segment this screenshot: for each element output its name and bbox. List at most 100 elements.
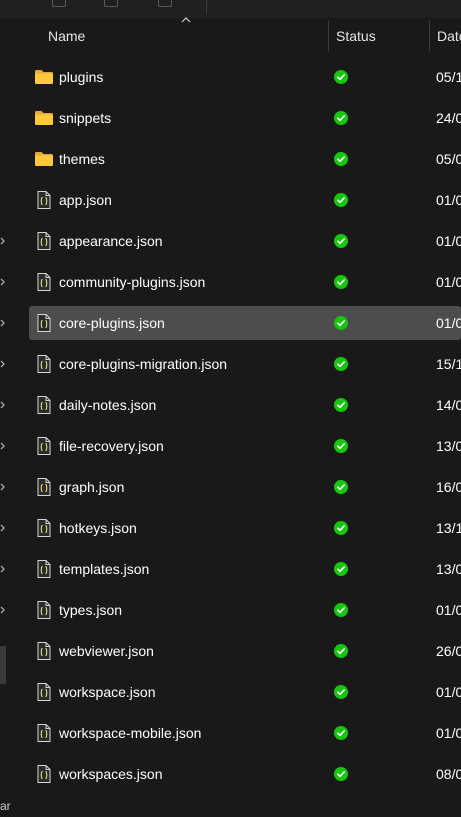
file-date: 13/1 xyxy=(436,520,461,536)
chevron-right-icon[interactable] xyxy=(0,524,6,532)
chevron-right-icon[interactable] xyxy=(0,606,6,614)
toolbar-button[interactable] xyxy=(104,0,118,7)
file-date: 16/0 xyxy=(436,479,461,495)
file-name: workspace-mobile.json xyxy=(59,725,202,741)
file-row[interactable]: templates.json 13/0 xyxy=(29,552,461,586)
file-date: 13/0 xyxy=(436,438,461,454)
sort-ascending-icon[interactable] xyxy=(180,16,192,24)
file-name: community-plugins.json xyxy=(59,274,206,290)
file-row[interactable]: workspaces.json 08/0 xyxy=(29,757,461,791)
json-file-icon xyxy=(34,191,54,209)
file-date: 15/1 xyxy=(436,356,461,372)
file-row[interactable]: community-plugins.json 01/0 xyxy=(29,265,461,299)
file-name: snippets xyxy=(59,110,112,126)
green-check-icon xyxy=(334,480,348,494)
chevron-right-icon[interactable] xyxy=(0,483,6,491)
chevron-right-icon[interactable] xyxy=(0,319,6,327)
json-file-icon xyxy=(34,519,54,537)
file-name: file-recovery.json xyxy=(59,438,164,454)
file-date: 01/0 xyxy=(436,315,461,331)
json-file-icon xyxy=(34,437,54,455)
column-header-row: Name Status Date xyxy=(8,16,461,54)
file-name: appearance.json xyxy=(59,233,163,249)
green-check-icon xyxy=(334,644,348,658)
file-date: 01/0 xyxy=(436,233,461,249)
chevron-right-icon[interactable] xyxy=(0,237,6,245)
json-file-icon xyxy=(34,601,54,619)
file-row[interactable]: workspace-mobile.json 01/0 xyxy=(29,716,461,750)
json-file-icon xyxy=(34,478,54,496)
folder-icon xyxy=(34,109,54,127)
json-file-icon xyxy=(34,765,54,783)
json-file-icon xyxy=(34,314,54,332)
file-name: daily-notes.json xyxy=(59,397,157,413)
file-row[interactable]: appearance.json 01/0 xyxy=(29,224,461,258)
chevron-right-icon[interactable] xyxy=(0,278,6,286)
json-file-icon xyxy=(34,396,54,414)
green-check-icon xyxy=(334,275,348,289)
file-row[interactable]: app.json 01/0 xyxy=(29,183,461,217)
file-date: 01/0 xyxy=(436,192,461,208)
file-row[interactable]: themes 05/0 xyxy=(29,142,461,176)
file-name: types.json xyxy=(59,602,123,618)
column-divider[interactable] xyxy=(328,20,329,52)
toolbar-button[interactable] xyxy=(52,0,66,7)
chevron-right-icon[interactable] xyxy=(0,442,6,450)
navigation-pane-label: ar xyxy=(0,799,11,813)
file-name: graph.json xyxy=(59,479,125,495)
green-check-icon xyxy=(334,562,348,576)
green-check-icon xyxy=(334,603,348,617)
column-header-name[interactable]: Name xyxy=(48,18,85,54)
green-check-icon xyxy=(334,521,348,535)
file-row[interactable]: graph.json 16/0 xyxy=(29,470,461,504)
green-check-icon xyxy=(334,316,348,330)
file-row[interactable]: webviewer.json 26/0 xyxy=(29,634,461,668)
toolbar-divider xyxy=(206,0,207,14)
file-name: hotkeys.json xyxy=(59,520,137,536)
green-check-icon xyxy=(334,234,348,248)
file-name: themes xyxy=(59,151,105,167)
file-name: app.json xyxy=(59,192,112,208)
file-name: core-plugins.json xyxy=(59,315,165,331)
file-row[interactable]: core-plugins-migration.json 15/1 xyxy=(29,347,461,381)
file-row[interactable]: file-recovery.json 13/0 xyxy=(29,429,461,463)
json-file-icon xyxy=(34,724,54,742)
file-date: 26/0 xyxy=(436,643,461,659)
file-date: 01/0 xyxy=(436,274,461,290)
file-name: workspace.json xyxy=(59,684,156,700)
file-row[interactable]: snippets 24/0 xyxy=(29,101,461,135)
file-date: 01/0 xyxy=(436,602,461,618)
column-header-status[interactable]: Status xyxy=(336,18,376,54)
green-check-icon xyxy=(334,357,348,371)
file-name: core-plugins-migration.json xyxy=(59,356,228,372)
file-date: 14/0 xyxy=(436,397,461,413)
toolbar-strip xyxy=(0,0,461,18)
file-row[interactable]: plugins 05/1 xyxy=(29,60,461,94)
file-row[interactable]: daily-notes.json 14/0 xyxy=(29,388,461,422)
navigation-pane-scrollbar[interactable] xyxy=(0,646,6,684)
json-file-icon xyxy=(34,642,54,660)
file-row[interactable]: workspace.json 01/0 xyxy=(29,675,461,709)
chevron-right-icon[interactable] xyxy=(0,401,6,409)
json-file-icon xyxy=(34,232,54,250)
navigation-pane-edge[interactable]: ar xyxy=(0,18,11,817)
green-check-icon xyxy=(334,193,348,207)
toolbar-button[interactable] xyxy=(158,0,172,7)
file-date: 05/0 xyxy=(436,151,461,167)
green-check-icon xyxy=(334,398,348,412)
folder-icon xyxy=(34,68,54,86)
file-row[interactable]: hotkeys.json 13/1 xyxy=(29,511,461,545)
green-check-icon xyxy=(334,685,348,699)
file-date: 24/0 xyxy=(436,110,461,126)
file-name: templates.json xyxy=(59,561,150,577)
green-check-icon xyxy=(334,70,348,84)
json-file-icon xyxy=(34,560,54,578)
column-header-date[interactable]: Date xyxy=(437,18,461,54)
file-row[interactable]: types.json 01/0 xyxy=(29,593,461,627)
file-date: 01/0 xyxy=(436,684,461,700)
column-divider[interactable] xyxy=(429,20,430,52)
file-row[interactable]: core-plugins.json 01/0 xyxy=(29,306,461,340)
chevron-right-icon[interactable] xyxy=(0,565,6,573)
chevron-right-icon[interactable] xyxy=(0,360,6,368)
green-check-icon xyxy=(334,726,348,740)
